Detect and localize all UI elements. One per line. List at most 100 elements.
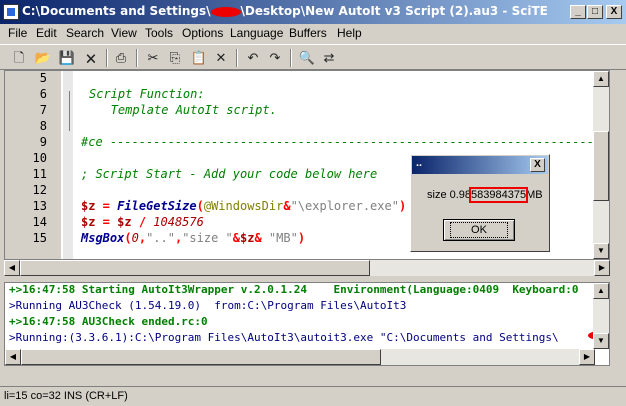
line-number: 14 bbox=[32, 215, 47, 229]
scroll-right-arrow-icon[interactable]: ▶ bbox=[579, 349, 595, 365]
code-token: 1048576 bbox=[153, 215, 204, 229]
dialog-message-prefix: size 0.98 bbox=[427, 189, 472, 201]
dialog-message-suffix: MB bbox=[526, 189, 543, 201]
code-line-14: $z = $z / 1048576 bbox=[81, 215, 204, 229]
menu-bar: File Edit Search View Tools Options Lang… bbox=[0, 24, 626, 43]
code-token: $z bbox=[81, 199, 96, 213]
line-number: 5 bbox=[39, 71, 47, 85]
fold-line bbox=[69, 91, 70, 131]
code-line-6: Script Function: bbox=[89, 87, 205, 101]
code-token: ) bbox=[398, 199, 407, 213]
paste-icon[interactable]: 📋 bbox=[190, 49, 208, 67]
code-line-15: MsgBox(0,"..","size "&$z& "MB") bbox=[81, 231, 305, 245]
redo-icon[interactable]: ↷ bbox=[266, 49, 284, 67]
menu-edit[interactable]: Edit bbox=[36, 26, 57, 40]
line-number: 9 bbox=[39, 135, 47, 149]
new-file-icon[interactable]: 🗋 bbox=[10, 49, 28, 67]
print-icon[interactable]: ⎙ bbox=[112, 49, 130, 67]
delete-icon[interactable]: ✕ bbox=[212, 49, 230, 67]
code-token: "\explorer.exe" bbox=[290, 199, 399, 213]
dialog-close-button[interactable]: X bbox=[530, 158, 545, 172]
code-token: $z bbox=[240, 231, 255, 245]
output-line: +>16:47:58 AU3Check ended.rc:0 bbox=[9, 315, 208, 328]
code-token: $z bbox=[81, 215, 96, 229]
menu-buffers[interactable]: Buffers bbox=[289, 26, 327, 40]
code-token: @WindowsDir bbox=[203, 199, 284, 213]
scroll-left-arrow-icon[interactable]: ◀ bbox=[5, 349, 21, 365]
line-number: 7 bbox=[39, 103, 47, 117]
status-text: li=15 co=32 INS (CR+LF) bbox=[4, 390, 128, 402]
output-vertical-scrollbar[interactable]: ▲ ▼ bbox=[593, 283, 609, 349]
maximize-button[interactable]: □ bbox=[587, 5, 603, 19]
fold-margin[interactable] bbox=[63, 71, 73, 259]
menu-options[interactable]: Options bbox=[182, 26, 223, 40]
copy-icon[interactable]: ⎘ bbox=[166, 49, 184, 67]
title-bar: C:\Documents and Settings\ \Desktop\New A… bbox=[0, 0, 626, 24]
window-title: C:\Documents and Settings\ \Desktop\New A… bbox=[22, 4, 548, 18]
code-token: & bbox=[232, 231, 241, 245]
menu-view[interactable]: View bbox=[111, 26, 137, 40]
replace-icon[interactable]: ⇄ bbox=[320, 49, 338, 67]
line-number: 13 bbox=[32, 199, 47, 213]
close-button[interactable]: X bbox=[606, 5, 622, 19]
menu-language[interactable]: Language bbox=[230, 26, 283, 40]
dialog-title-bar: .. X bbox=[412, 156, 548, 174]
toolbar-separator bbox=[290, 49, 292, 67]
scroll-right-arrow-icon[interactable]: ▶ bbox=[594, 260, 610, 276]
line-number: 12 bbox=[32, 183, 47, 197]
editor-hscroll-thumb[interactable] bbox=[20, 260, 370, 276]
code-token: ( bbox=[196, 199, 204, 213]
scroll-left-arrow-icon[interactable]: ◀ bbox=[4, 260, 20, 276]
line-number: 6 bbox=[39, 87, 47, 101]
open-folder-icon[interactable]: 📂 bbox=[34, 49, 52, 67]
find-icon[interactable]: 🔍 bbox=[298, 49, 316, 67]
editor-vertical-scrollbar[interactable]: ▲ ▼ bbox=[593, 71, 609, 259]
code-token: FileGetSize bbox=[117, 199, 197, 213]
message-box-dialog: .. X size 0.98583984375MB OK bbox=[410, 154, 550, 252]
code-token: ".." bbox=[146, 231, 175, 245]
menu-tools[interactable]: Tools bbox=[145, 26, 173, 40]
code-token: , bbox=[138, 231, 147, 245]
scroll-up-arrow-icon[interactable]: ▲ bbox=[593, 283, 609, 299]
output-horizontal-scrollbar[interactable]: ◀ ▶ bbox=[5, 349, 595, 365]
code-token: "size " bbox=[182, 231, 233, 245]
save-icon[interactable]: 💾 bbox=[58, 49, 76, 67]
menu-file[interactable]: File bbox=[8, 26, 27, 40]
toolbar-separator bbox=[136, 49, 138, 67]
ok-button[interactable]: OK bbox=[443, 219, 515, 241]
scite-app-icon[interactable] bbox=[3, 4, 19, 20]
menu-help[interactable]: Help bbox=[337, 26, 362, 40]
scroll-up-arrow-icon[interactable]: ▲ bbox=[593, 71, 609, 87]
code-token: MsgBox bbox=[81, 231, 125, 245]
editor-horizontal-scrollbar[interactable]: ◀ ▶ bbox=[4, 260, 610, 276]
scroll-down-arrow-icon[interactable]: ▼ bbox=[593, 243, 609, 259]
dialog-title: .. bbox=[416, 157, 423, 169]
menu-search[interactable]: Search bbox=[66, 26, 104, 40]
toolbar-separator bbox=[236, 49, 238, 67]
undo-icon[interactable]: ↶ bbox=[244, 49, 262, 67]
cut-icon[interactable]: ✂ bbox=[144, 49, 162, 67]
code-line-7: Template AutoIt script. bbox=[89, 103, 277, 117]
code-token: 0 bbox=[131, 231, 139, 245]
editor-vscroll-thumb[interactable] bbox=[593, 131, 609, 201]
code-token: & bbox=[254, 231, 262, 245]
output-line: >Running AU3Check (1.54.19.0) from:C:\Pr… bbox=[9, 299, 407, 312]
toolbar: 🗋 📂 💾 🗙 ⎙ ✂ ⎘ 📋 ✕ ↶ ↷ 🔍 ⇄ bbox=[0, 44, 626, 70]
code-token: "MB" bbox=[261, 231, 298, 245]
code-token: ) bbox=[297, 231, 306, 245]
code-token: ( bbox=[124, 231, 132, 245]
minimize-button[interactable]: _ bbox=[570, 5, 586, 19]
output-pane[interactable]: +>16:47:58 Starting AutoIt3Wrapper v.2.0… bbox=[4, 282, 610, 366]
scroll-down-arrow-icon[interactable]: ▼ bbox=[593, 333, 609, 349]
highlighted-digits: 583984375 bbox=[469, 187, 529, 203]
close-file-icon[interactable]: 🗙 bbox=[82, 49, 100, 67]
output-hscroll-thumb[interactable] bbox=[21, 349, 381, 365]
line-number-gutter: 5 6 7 8 9 10 11 12 13 14 15 bbox=[5, 71, 61, 259]
ok-button-label: OK bbox=[450, 222, 508, 238]
output-line: >Running:(3.3.6.1):C:\Program Files\Auto… bbox=[9, 331, 559, 344]
toolbar-separator bbox=[106, 49, 108, 67]
line-number: 11 bbox=[32, 167, 47, 181]
line-number: 15 bbox=[32, 231, 47, 245]
title-path-suffix: \Desktop\New AutoIt v3 Script (2).au3 - … bbox=[240, 4, 548, 18]
output-line: +>16:47:58 Starting AutoIt3Wrapper v.2.0… bbox=[9, 283, 579, 296]
